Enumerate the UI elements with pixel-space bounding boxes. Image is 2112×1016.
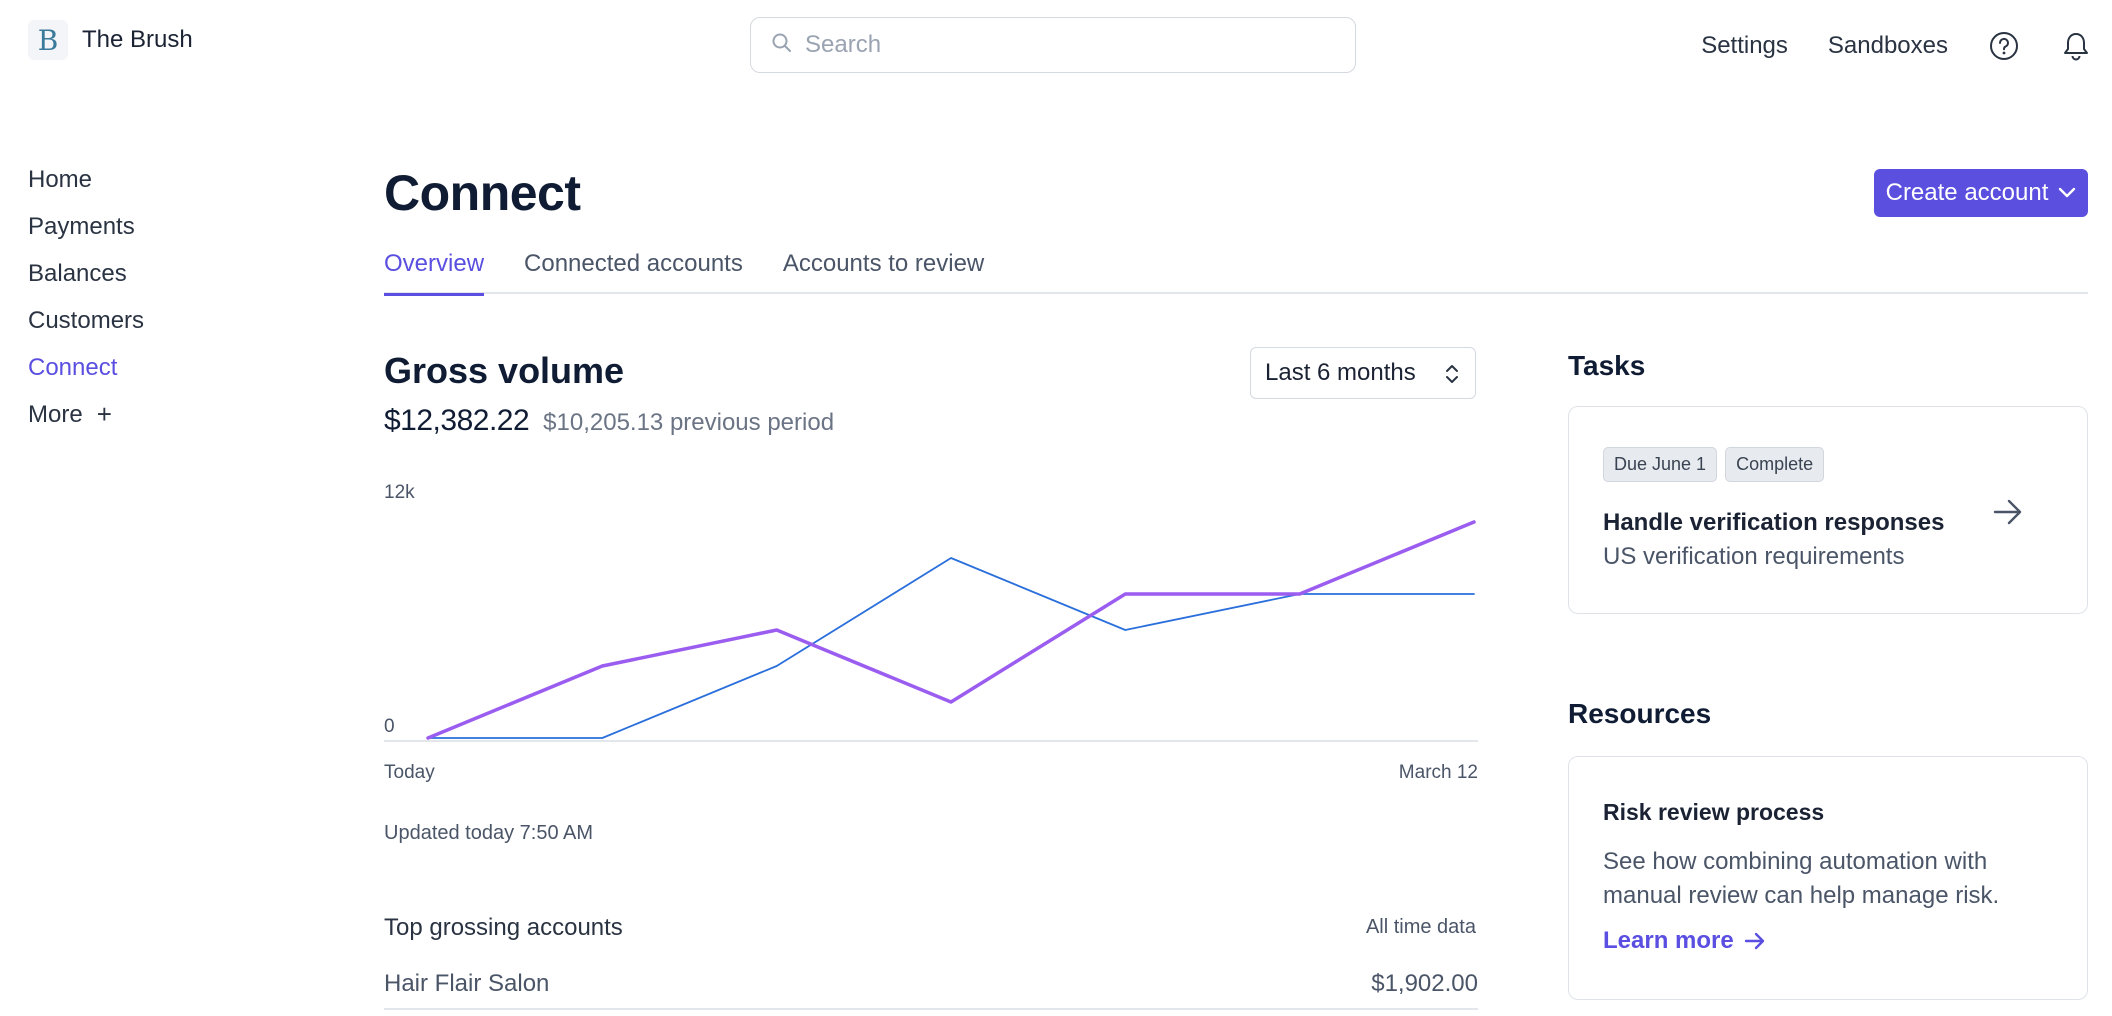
search-box[interactable]: [750, 17, 1356, 73]
brand-logo: B: [28, 20, 68, 60]
sidebar-item-payments[interactable]: Payments: [28, 203, 144, 250]
sidebar-item-connect[interactable]: Connect: [28, 344, 144, 391]
sidebar-item-customers[interactable]: Customers: [28, 297, 144, 344]
gross-volume-amount: $12,382.22: [384, 404, 530, 437]
search-input[interactable]: [805, 31, 1325, 59]
due-badge: Due June 1: [1603, 447, 1718, 482]
brand[interactable]: B The Brush: [28, 20, 193, 60]
status-badge: Complete: [1725, 447, 1825, 482]
search-icon: [771, 32, 793, 59]
page-title: Connect: [384, 165, 581, 221]
all-time-label: All time data: [1365, 916, 1476, 938]
previous-period-amount: $10,205.13 previous period: [543, 409, 835, 436]
learn-more-label: Learn more: [1603, 927, 1734, 954]
top-accounts-title: Top grossing accounts: [384, 914, 623, 941]
gross-volume-amounts: $12,382.22 $10,205.13 previous period: [384, 404, 834, 438]
series-line-0: [426, 520, 1476, 740]
resources-title: Resources: [1568, 698, 1712, 729]
y-tick-top: 12k: [384, 482, 415, 503]
x-label-start: Today: [384, 762, 435, 783]
gross-volume-chart: 12k 0 Today March 12: [384, 482, 1478, 783]
learn-more-link[interactable]: Learn more: [1603, 927, 1766, 955]
resource-title: Risk review process: [1603, 799, 1825, 825]
sort-arrows-icon: [1446, 365, 1458, 383]
plus-icon: +: [96, 399, 112, 429]
task-card[interactable]: Due June 1 Complete Handle verification …: [1568, 406, 2088, 614]
task-title: Handle verification responses: [1603, 509, 1945, 536]
create-account-label: Create account: [1885, 179, 2049, 206]
sidebar-item-home[interactable]: Home: [28, 156, 144, 203]
sidebar-item-balances[interactable]: Balances: [28, 250, 144, 297]
resource-card: Risk review process See how combining au…: [1568, 756, 2088, 1000]
tab-accounts-to-review[interactable]: Accounts to review: [783, 246, 984, 294]
period-select-value: Last 6 months: [1265, 359, 1416, 386]
create-account-button[interactable]: Create account: [1874, 169, 2088, 217]
sidebar: Home Payments Balances Customers Connect…: [28, 156, 144, 438]
y-tick-zero: 0: [384, 716, 395, 737]
top-links: Settings Sandboxes: [1701, 26, 2112, 66]
top-bar: B The Brush Settings Sandboxes: [0, 0, 2112, 92]
resource-description: See how combining automation with manual…: [1603, 848, 2000, 909]
tab-bar: Overview Connected accounts Accounts to …: [384, 246, 2088, 296]
sidebar-item-more-label: More: [28, 400, 83, 428]
settings-link[interactable]: Settings: [1701, 32, 1788, 60]
help-icon[interactable]: [1988, 30, 2020, 62]
arrow-right-icon: [1744, 932, 1764, 950]
x-label-end: March 12: [1399, 762, 1478, 783]
brand-name: The Brush: [82, 26, 193, 53]
bell-icon[interactable]: [2060, 30, 2092, 62]
task-subtitle: US verification requirements: [1603, 543, 1905, 570]
tab-overview[interactable]: Overview: [384, 246, 485, 296]
account-amount: $1,902.00: [1371, 970, 1478, 997]
sidebar-item-more[interactable]: More +: [28, 391, 144, 438]
tab-connected-accounts[interactable]: Connected accounts: [524, 246, 743, 294]
sandboxes-link[interactable]: Sandboxes: [1828, 32, 1948, 60]
gross-volume-title: Gross volume: [384, 350, 625, 391]
account-name: Hair Flair Salon: [384, 970, 550, 997]
arrow-right-icon[interactable]: [1991, 497, 2025, 527]
table-row[interactable]: Hair Flair Salon $1,902.00: [384, 960, 1478, 1010]
task-badges: Due June 1 Complete: [1603, 447, 1832, 482]
chevron-down-icon: [2059, 187, 2076, 198]
period-select[interactable]: Last 6 months: [1250, 347, 1476, 399]
tasks-title: Tasks: [1568, 350, 1646, 381]
updated-timestamp: Updated today 7:50 AM: [384, 822, 594, 844]
